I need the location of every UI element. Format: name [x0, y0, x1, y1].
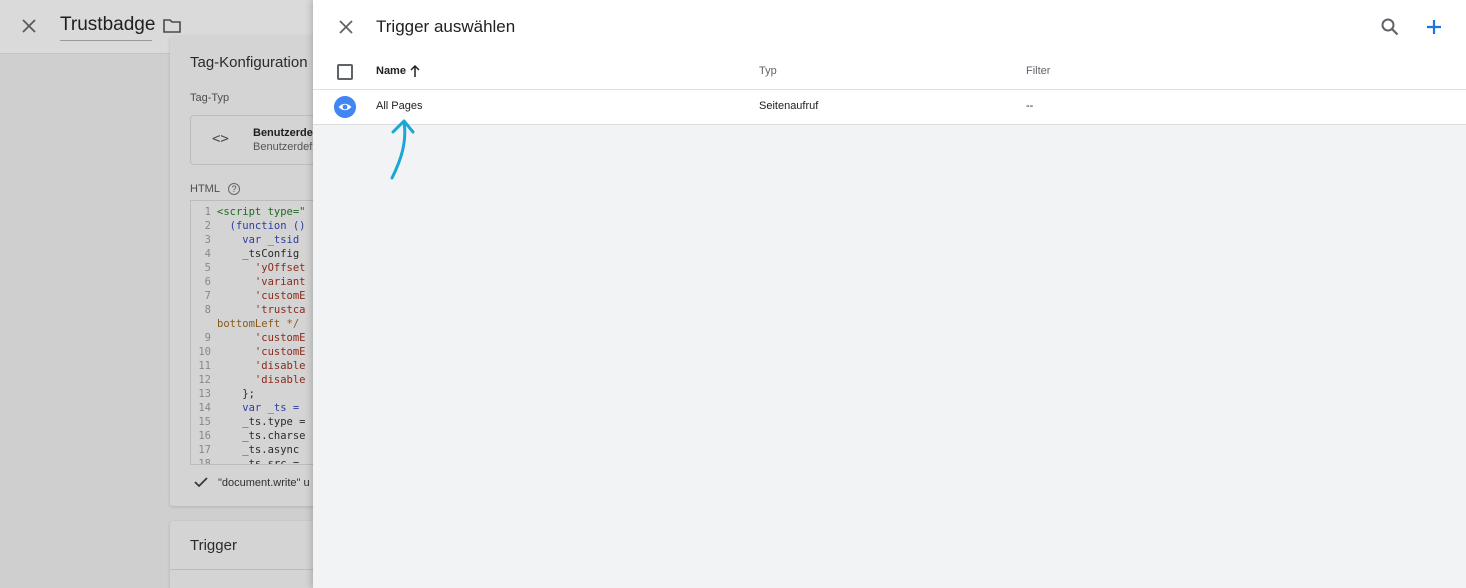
line-number: 7	[204, 290, 211, 302]
column-header-filter: Filter	[1026, 65, 1051, 77]
check-icon	[194, 477, 208, 488]
code-line: 12 'disable	[191, 373, 306, 387]
code-line: 18 _ts.src =	[191, 457, 300, 465]
line-number: 18	[198, 458, 211, 465]
column-header-typ: Typ	[759, 65, 777, 77]
code-text: _ts.async	[217, 444, 300, 456]
code-text: 'customE	[217, 332, 306, 344]
line-number: 17	[198, 444, 211, 456]
code-line: 15 _ts.type =	[191, 415, 306, 429]
code-line: 4 _tsConfig	[191, 247, 300, 261]
tag-type-subtitle: Benutzerdef	[253, 141, 313, 153]
code-text: (function ()	[217, 220, 306, 232]
line-number: 10	[198, 346, 211, 358]
line-number: 14	[198, 402, 211, 414]
code-line: bottomLeft */	[191, 317, 299, 331]
code-line: 17 _ts.async	[191, 443, 299, 457]
code-text: bottomLeft */	[217, 318, 300, 330]
document-write-option: "document.write" u	[218, 477, 310, 489]
folder-icon[interactable]	[162, 17, 182, 35]
panel-header: Trigger auswählen	[313, 0, 1466, 54]
code-text: };	[217, 388, 255, 400]
code-text: 'variant	[217, 276, 306, 288]
trigger-filter: --	[1026, 100, 1034, 112]
line-number: 13	[198, 388, 211, 400]
code-text: var _tsid	[217, 234, 300, 246]
line-number: 8	[204, 304, 211, 316]
close-icon[interactable]	[335, 16, 357, 38]
code-line: 8 'trustca	[191, 303, 306, 317]
code-line: 10 'customE	[191, 345, 306, 359]
code-text: _ts.src =	[217, 458, 300, 465]
trigger-section-title: Trigger	[190, 537, 237, 554]
html-code-editor[interactable]: 1 <script type=" 2 (function () 3 var _tsid…	[190, 200, 320, 465]
table-header: Name Typ Filter	[313, 54, 1466, 90]
help-icon[interactable]: ?	[228, 183, 240, 195]
trigger-row-all-pages[interactable]: All Pages Seitenaufruf --	[313, 90, 1466, 125]
search-icon[interactable]	[1379, 16, 1401, 38]
code-text: _ts.charse	[217, 430, 306, 442]
code-line: 5 'yOffset	[191, 261, 306, 275]
trigger-name[interactable]: All Pages	[376, 100, 422, 112]
code-line: 1 <script type="	[191, 205, 306, 219]
line-number: 11	[198, 360, 211, 372]
tag-type-name: Benutzerde	[253, 127, 313, 139]
code-line: 16 _ts.charse	[191, 429, 306, 443]
code-text: 'customE	[217, 346, 306, 358]
code-text: _ts.type =	[217, 416, 306, 428]
arrow-up-icon[interactable]	[409, 64, 421, 78]
line-number: 1	[204, 206, 211, 218]
tag-title[interactable]: Trustbadge	[60, 14, 155, 41]
code-text: 'yOffset	[217, 262, 306, 274]
line-number: 9	[204, 332, 211, 344]
code-text: 'disable	[217, 374, 306, 386]
code-line: 13 };	[191, 387, 255, 401]
code-line: 2 (function ()	[191, 219, 306, 233]
add-icon[interactable]	[1422, 15, 1446, 39]
line-number: 15	[198, 416, 211, 428]
panel-title: Trigger auswählen	[376, 17, 516, 36]
code-line: 3 var _tsid	[191, 233, 300, 247]
eye-icon	[334, 96, 356, 118]
code-text: 'customE	[217, 290, 306, 302]
line-number: 5	[204, 262, 211, 274]
code-text: var _ts =	[217, 402, 300, 414]
code-line: 11 'disable	[191, 359, 306, 373]
line-number: 2	[204, 220, 211, 232]
annotation-arrow	[390, 119, 415, 180]
close-icon[interactable]	[18, 15, 40, 37]
tag-type-label: Tag-Typ	[190, 92, 230, 104]
code-text: 'disable	[217, 360, 306, 372]
line-number: 4	[204, 248, 211, 260]
html-label: HTML	[190, 183, 220, 195]
code-text: <script type="	[217, 206, 306, 218]
code-line: 7 'customE	[191, 289, 306, 303]
trigger-type: Seitenaufruf	[759, 100, 819, 112]
select-all-checkbox[interactable]	[337, 64, 353, 80]
section-title: Tag-Konfiguration	[190, 54, 308, 71]
line-number: 12	[198, 374, 211, 386]
code-icon: <>	[212, 131, 229, 147]
code-line: 14 var _ts =	[191, 401, 299, 415]
line-number: 16	[198, 430, 211, 442]
column-header-name[interactable]: Name	[376, 65, 406, 77]
trigger-selection-panel: Trigger auswählen Name Typ Filter All Pa…	[313, 0, 1466, 588]
line-number: 6	[204, 276, 211, 288]
code-text: _tsConfig	[217, 248, 300, 260]
code-line: 6 'variant	[191, 275, 306, 289]
code-text: 'trustca	[217, 304, 306, 316]
line-number: 3	[204, 234, 211, 246]
code-line: 9 'customE	[191, 331, 306, 345]
